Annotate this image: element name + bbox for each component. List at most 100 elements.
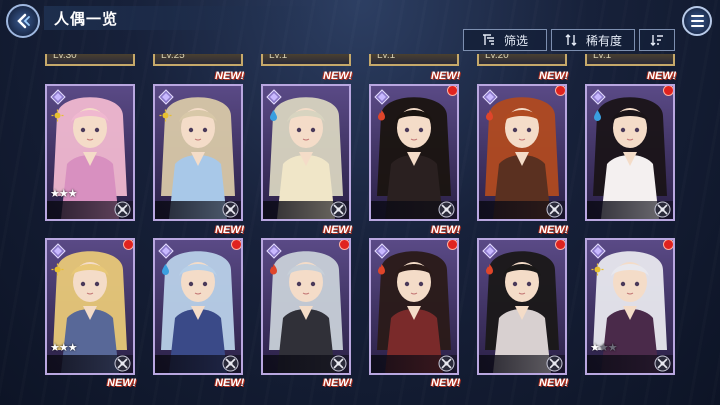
partial-card[interactable]: Lv.30 bbox=[45, 54, 135, 66]
new-badge: NEW! bbox=[539, 70, 569, 82]
sort-updown-icon bbox=[565, 34, 577, 46]
doll-card[interactable]: ★★★ bbox=[45, 238, 135, 375]
new-badge: NEW! bbox=[539, 377, 569, 389]
doll-card[interactable]: ★★★ bbox=[585, 238, 675, 375]
class-gem-icon bbox=[50, 89, 66, 105]
new-badge: NEW! bbox=[431, 70, 461, 82]
notification-dot bbox=[663, 240, 673, 250]
doll-card[interactable] bbox=[369, 238, 459, 375]
back-button[interactable] bbox=[6, 4, 40, 38]
card-art bbox=[479, 86, 565, 219]
card-art bbox=[479, 240, 565, 373]
doll-card[interactable]: ★★★ bbox=[45, 84, 135, 221]
class-gem-icon bbox=[590, 243, 606, 259]
role-class-icon bbox=[330, 201, 347, 218]
element-badge bbox=[590, 262, 605, 277]
new-badge: NEW! bbox=[647, 70, 677, 82]
character-portrait bbox=[371, 240, 457, 373]
role-class-icon bbox=[438, 355, 455, 372]
fire-element-icon bbox=[270, 264, 277, 275]
star-rating: ★★★ bbox=[590, 342, 618, 354]
role-class-icon bbox=[114, 201, 131, 218]
character-portrait bbox=[155, 240, 241, 373]
fire-element-icon bbox=[378, 264, 385, 275]
water-element-icon bbox=[162, 264, 169, 275]
new-badge: NEW! bbox=[215, 377, 245, 389]
role-class-icon bbox=[330, 355, 347, 372]
role-class-icon bbox=[222, 201, 239, 218]
new-badge: NEW! bbox=[215, 224, 245, 236]
class-gem-icon bbox=[374, 89, 390, 105]
element-badge bbox=[374, 108, 389, 123]
partial-card-level: Lv.1 bbox=[269, 54, 288, 61]
class-gem-icon bbox=[482, 89, 498, 105]
new-badge: NEW! bbox=[107, 377, 137, 389]
light-element-icon bbox=[159, 109, 172, 122]
new-badge: NEW! bbox=[323, 70, 353, 82]
element-badge bbox=[266, 262, 281, 277]
partial-card-level: Lv.30 bbox=[53, 54, 77, 61]
notification-dot bbox=[447, 86, 457, 96]
card-art bbox=[155, 240, 241, 373]
role-class-icon bbox=[654, 355, 671, 372]
partial-card[interactable]: Lv.1 bbox=[369, 54, 459, 66]
character-portrait bbox=[479, 86, 565, 219]
notification-dot bbox=[447, 240, 457, 250]
filter-button[interactable]: 筛选 bbox=[463, 29, 547, 51]
class-gem-icon bbox=[266, 89, 282, 105]
light-element-icon bbox=[51, 263, 64, 276]
notification-dot bbox=[663, 86, 673, 96]
doll-card[interactable] bbox=[585, 84, 675, 221]
menu-button[interactable] bbox=[682, 6, 712, 36]
sort-button[interactable]: 稀有度 bbox=[551, 29, 635, 51]
new-badge: NEW! bbox=[215, 70, 245, 82]
filter-icon bbox=[482, 34, 494, 45]
star-rating: ★★★ bbox=[50, 342, 78, 354]
partial-card[interactable]: Lv.20 bbox=[477, 54, 567, 66]
back-arrow-icon bbox=[17, 13, 30, 29]
doll-card[interactable] bbox=[261, 238, 351, 375]
element-badge bbox=[482, 262, 497, 277]
light-element-icon bbox=[51, 109, 64, 122]
partial-card[interactable]: Lv.1 bbox=[261, 54, 351, 66]
doll-card[interactable] bbox=[153, 84, 243, 221]
element-badge bbox=[158, 108, 173, 123]
filter-label: 筛选 bbox=[503, 33, 528, 48]
partial-card-level: Lv.20 bbox=[485, 54, 509, 61]
doll-card[interactable] bbox=[477, 238, 567, 375]
class-gem-icon bbox=[374, 243, 390, 259]
notification-dot bbox=[123, 240, 133, 250]
new-badge: NEW! bbox=[431, 224, 461, 236]
new-badge: NEW! bbox=[323, 224, 353, 236]
partial-card[interactable]: Lv.1 bbox=[585, 54, 675, 66]
fire-element-icon bbox=[378, 110, 385, 121]
element-badge bbox=[50, 108, 65, 123]
sort-label: 稀有度 bbox=[585, 33, 622, 48]
character-portrait bbox=[479, 240, 565, 373]
character-portrait bbox=[371, 86, 457, 219]
doll-card[interactable] bbox=[261, 84, 351, 221]
doll-card[interactable] bbox=[153, 238, 243, 375]
element-badge bbox=[590, 108, 605, 123]
element-badge bbox=[482, 108, 497, 123]
element-badge bbox=[158, 262, 173, 277]
water-element-icon bbox=[270, 110, 277, 121]
card-art bbox=[263, 86, 349, 219]
card-art bbox=[371, 240, 457, 373]
new-badge: NEW! bbox=[431, 377, 461, 389]
fire-element-icon bbox=[486, 264, 493, 275]
character-portrait bbox=[263, 86, 349, 219]
character-portrait bbox=[155, 86, 241, 219]
element-badge bbox=[266, 108, 281, 123]
card-art bbox=[371, 86, 457, 219]
class-gem-icon bbox=[482, 243, 498, 259]
class-gem-icon bbox=[158, 89, 174, 105]
doll-card[interactable] bbox=[477, 84, 567, 221]
partial-card[interactable]: Lv.25 bbox=[153, 54, 243, 66]
sort-order-button[interactable] bbox=[639, 29, 675, 51]
role-class-icon bbox=[114, 355, 131, 372]
class-gem-icon bbox=[266, 243, 282, 259]
new-badge: NEW! bbox=[539, 224, 569, 236]
doll-card[interactable] bbox=[369, 84, 459, 221]
card-art bbox=[155, 86, 241, 219]
